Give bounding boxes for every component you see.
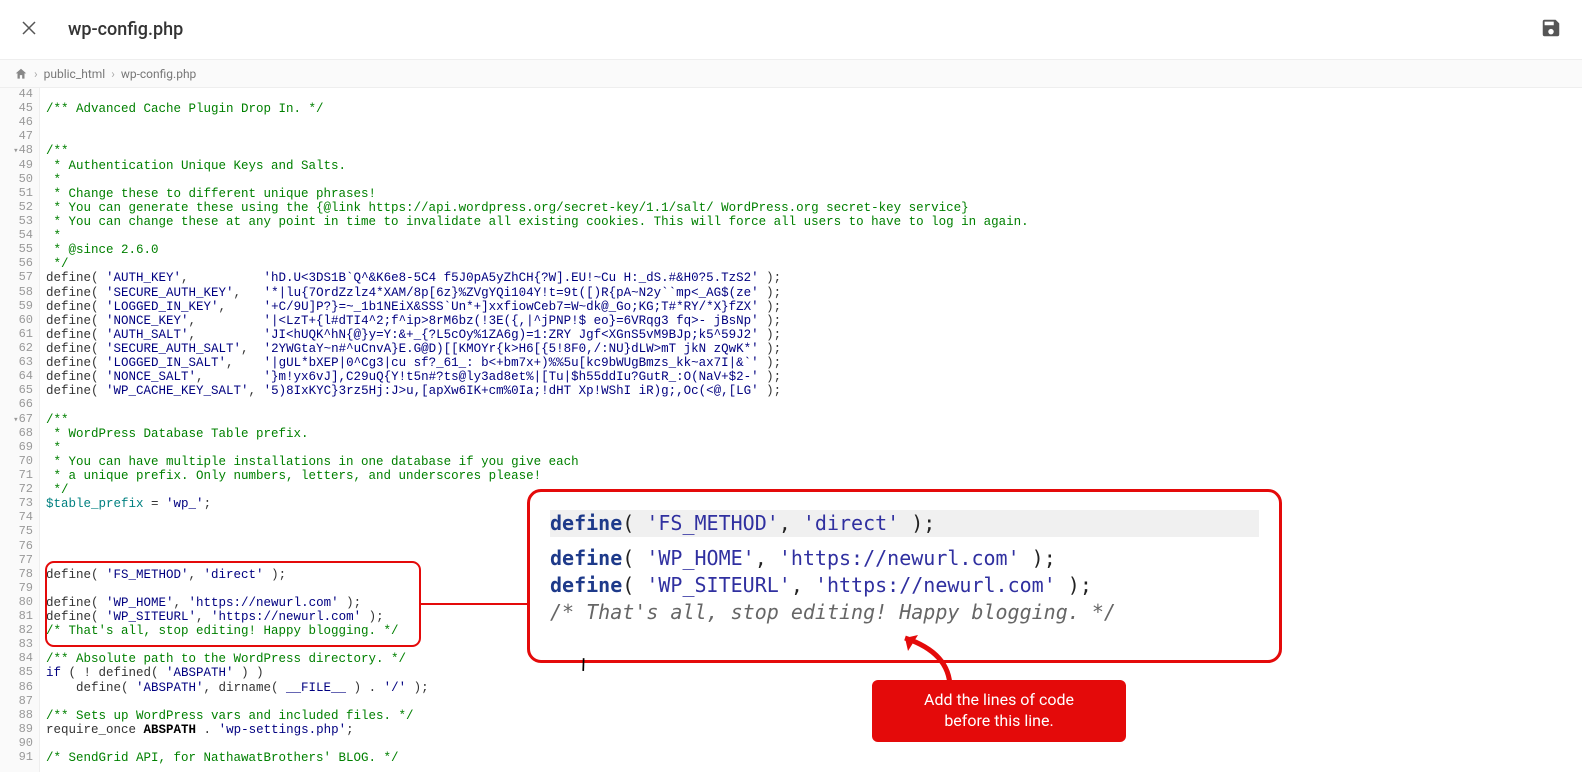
- file-title: wp-config.php: [68, 19, 183, 40]
- annotation-connector: [421, 603, 527, 605]
- home-icon[interactable]: [14, 67, 28, 81]
- breadcrumb-item[interactable]: public_html: [44, 67, 106, 81]
- close-icon: [20, 19, 38, 37]
- instruction-line1: Add the lines of code: [924, 690, 1074, 709]
- instruction-line2: before this line.: [944, 711, 1053, 730]
- header-left: wp-config.php: [20, 19, 183, 41]
- code-area[interactable]: /** Advanced Cache Plugin Drop In. */ /*…: [40, 88, 1582, 772]
- annotation-instruction: Add the lines of code before this line.: [872, 680, 1126, 742]
- text-cursor-icon: I: [581, 655, 587, 676]
- breadcrumb-item[interactable]: wp-config.php: [121, 67, 196, 81]
- code-editor[interactable]: 44454647▾4849505152535455565758596061626…: [0, 88, 1582, 772]
- breadcrumb-sep: ›: [111, 67, 115, 81]
- close-button[interactable]: [20, 19, 38, 41]
- breadcrumb: › public_html › wp-config.php: [0, 60, 1582, 88]
- editor-header: wp-config.php: [0, 0, 1582, 60]
- breadcrumb-sep: ›: [34, 67, 38, 81]
- line-gutter: 44454647▾4849505152535455565758596061626…: [0, 88, 40, 772]
- save-button[interactable]: [1540, 17, 1562, 43]
- callout-comment: /* That's all, stop editing! Happy blogg…: [550, 599, 1259, 626]
- save-icon: [1540, 17, 1562, 39]
